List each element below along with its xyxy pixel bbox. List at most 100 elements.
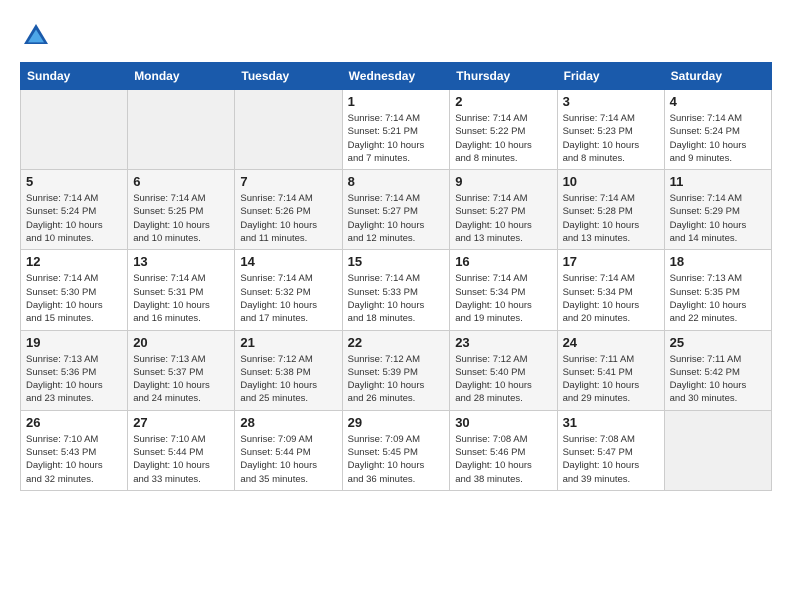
day-number: 27: [133, 415, 229, 430]
calendar-cell: 28 Sunrise: 7:09 AM Sunset: 5:44 PM Dayli…: [235, 410, 342, 490]
day-number: 16: [455, 254, 551, 269]
day-number: 3: [563, 94, 659, 109]
day-number: 19: [26, 335, 122, 350]
calendar-header-row: SundayMondayTuesdayWednesdayThursdayFrid…: [21, 63, 772, 90]
calendar-cell: 1 Sunrise: 7:14 AM Sunset: 5:21 PM Daylig…: [342, 90, 450, 170]
day-number: 25: [670, 335, 766, 350]
day-info: Sunrise: 7:14 AM Sunset: 5:26 PM Dayligh…: [240, 192, 336, 245]
weekday-header: Tuesday: [235, 63, 342, 90]
day-info: Sunrise: 7:08 AM Sunset: 5:46 PM Dayligh…: [455, 433, 551, 486]
day-number: 22: [348, 335, 445, 350]
day-number: 5: [26, 174, 122, 189]
calendar-cell: 24Sunrise: 7:11 AM Sunset: 5:41 PM Dayli…: [557, 330, 664, 410]
calendar-cell: 25 Sunrise: 7:11 AM Sunset: 5:42 PM Dayli…: [664, 330, 771, 410]
day-number: 18: [670, 254, 766, 269]
calendar-table: SundayMondayTuesdayWednesdayThursdayFrid…: [20, 62, 772, 491]
weekday-header: Friday: [557, 63, 664, 90]
day-number: 17: [563, 254, 659, 269]
day-number: 10: [563, 174, 659, 189]
day-number: 20: [133, 335, 229, 350]
day-info: Sunrise: 7:13 AM Sunset: 5:35 PM Dayligh…: [670, 272, 766, 325]
logo: [20, 20, 56, 52]
calendar-cell: 12Sunrise: 7:14 AM Sunset: 5:30 PM Dayli…: [21, 250, 128, 330]
calendar-cell: 22 Sunrise: 7:12 AM Sunset: 5:39 PM Dayli…: [342, 330, 450, 410]
day-info: Sunrise: 7:14 AM Sunset: 5:31 PM Dayligh…: [133, 272, 229, 325]
calendar-cell: 26 Sunrise: 7:10 AM Sunset: 5:43 PM Dayli…: [21, 410, 128, 490]
calendar-cell: 15Sunrise: 7:14 AM Sunset: 5:33 PM Dayli…: [342, 250, 450, 330]
day-number: 14: [240, 254, 336, 269]
calendar-cell: 4 Sunrise: 7:14 AM Sunset: 5:24 PM Daylig…: [664, 90, 771, 170]
day-info: Sunrise: 7:14 AM Sunset: 5:29 PM Dayligh…: [670, 192, 766, 245]
day-info: Sunrise: 7:12 AM Sunset: 5:40 PM Dayligh…: [455, 353, 551, 406]
calendar-cell: 29Sunrise: 7:09 AM Sunset: 5:45 PM Dayli…: [342, 410, 450, 490]
calendar-week-row: 12Sunrise: 7:14 AM Sunset: 5:30 PM Dayli…: [21, 250, 772, 330]
day-number: 1: [348, 94, 445, 109]
calendar-cell: 5 Sunrise: 7:14 AM Sunset: 5:24 PM Daylig…: [21, 170, 128, 250]
day-info: Sunrise: 7:13 AM Sunset: 5:37 PM Dayligh…: [133, 353, 229, 406]
day-info: Sunrise: 7:14 AM Sunset: 5:24 PM Dayligh…: [670, 112, 766, 165]
calendar-cell: 16 Sunrise: 7:14 AM Sunset: 5:34 PM Dayli…: [450, 250, 557, 330]
day-info: Sunrise: 7:14 AM Sunset: 5:34 PM Dayligh…: [563, 272, 659, 325]
day-info: Sunrise: 7:12 AM Sunset: 5:39 PM Dayligh…: [348, 353, 445, 406]
day-info: Sunrise: 7:14 AM Sunset: 5:21 PM Dayligh…: [348, 112, 445, 165]
calendar-week-row: 1 Sunrise: 7:14 AM Sunset: 5:21 PM Daylig…: [21, 90, 772, 170]
calendar-cell: 9Sunrise: 7:14 AM Sunset: 5:27 PM Daylig…: [450, 170, 557, 250]
calendar-cell: 6Sunrise: 7:14 AM Sunset: 5:25 PM Daylig…: [128, 170, 235, 250]
day-info: Sunrise: 7:14 AM Sunset: 5:27 PM Dayligh…: [348, 192, 445, 245]
calendar-cell: 30Sunrise: 7:08 AM Sunset: 5:46 PM Dayli…: [450, 410, 557, 490]
calendar-cell: 17 Sunrise: 7:14 AM Sunset: 5:34 PM Dayli…: [557, 250, 664, 330]
day-info: Sunrise: 7:14 AM Sunset: 5:22 PM Dayligh…: [455, 112, 551, 165]
calendar-cell: 20 Sunrise: 7:13 AM Sunset: 5:37 PM Dayli…: [128, 330, 235, 410]
day-number: 12: [26, 254, 122, 269]
day-number: 29: [348, 415, 445, 430]
calendar-cell: 7 Sunrise: 7:14 AM Sunset: 5:26 PM Daylig…: [235, 170, 342, 250]
day-number: 28: [240, 415, 336, 430]
weekday-header: Wednesday: [342, 63, 450, 90]
calendar-cell: 13 Sunrise: 7:14 AM Sunset: 5:31 PM Dayli…: [128, 250, 235, 330]
page-header: [20, 20, 772, 52]
day-number: 2: [455, 94, 551, 109]
day-number: 26: [26, 415, 122, 430]
day-number: 13: [133, 254, 229, 269]
calendar-cell: 27Sunrise: 7:10 AM Sunset: 5:44 PM Dayli…: [128, 410, 235, 490]
calendar-cell: 31 Sunrise: 7:08 AM Sunset: 5:47 PM Dayli…: [557, 410, 664, 490]
day-number: 7: [240, 174, 336, 189]
day-number: 31: [563, 415, 659, 430]
weekday-header: Saturday: [664, 63, 771, 90]
calendar-cell: 2 Sunrise: 7:14 AM Sunset: 5:22 PM Daylig…: [450, 90, 557, 170]
calendar-week-row: 19 Sunrise: 7:13 AM Sunset: 5:36 PM Dayli…: [21, 330, 772, 410]
day-number: 23: [455, 335, 551, 350]
calendar-cell: 8 Sunrise: 7:14 AM Sunset: 5:27 PM Daylig…: [342, 170, 450, 250]
logo-icon: [20, 20, 52, 52]
calendar-cell: 3 Sunrise: 7:14 AM Sunset: 5:23 PM Daylig…: [557, 90, 664, 170]
day-number: 21: [240, 335, 336, 350]
calendar-week-row: 26 Sunrise: 7:10 AM Sunset: 5:43 PM Dayli…: [21, 410, 772, 490]
day-info: Sunrise: 7:12 AM Sunset: 5:38 PM Dayligh…: [240, 353, 336, 406]
day-info: Sunrise: 7:14 AM Sunset: 5:25 PM Dayligh…: [133, 192, 229, 245]
weekday-header: Sunday: [21, 63, 128, 90]
calendar-cell: 11 Sunrise: 7:14 AM Sunset: 5:29 PM Dayli…: [664, 170, 771, 250]
day-number: 8: [348, 174, 445, 189]
day-info: Sunrise: 7:14 AM Sunset: 5:23 PM Dayligh…: [563, 112, 659, 165]
calendar-cell: 14 Sunrise: 7:14 AM Sunset: 5:32 PM Dayli…: [235, 250, 342, 330]
day-info: Sunrise: 7:14 AM Sunset: 5:34 PM Dayligh…: [455, 272, 551, 325]
calendar-cell: [128, 90, 235, 170]
day-number: 24: [563, 335, 659, 350]
day-info: Sunrise: 7:13 AM Sunset: 5:36 PM Dayligh…: [26, 353, 122, 406]
calendar-cell: 21 Sunrise: 7:12 AM Sunset: 5:38 PM Dayli…: [235, 330, 342, 410]
day-info: Sunrise: 7:14 AM Sunset: 5:27 PM Dayligh…: [455, 192, 551, 245]
calendar-cell: 10Sunrise: 7:14 AM Sunset: 5:28 PM Dayli…: [557, 170, 664, 250]
day-info: Sunrise: 7:11 AM Sunset: 5:42 PM Dayligh…: [670, 353, 766, 406]
day-info: Sunrise: 7:10 AM Sunset: 5:43 PM Dayligh…: [26, 433, 122, 486]
day-info: Sunrise: 7:14 AM Sunset: 5:32 PM Dayligh…: [240, 272, 336, 325]
calendar-cell: [235, 90, 342, 170]
day-number: 11: [670, 174, 766, 189]
day-info: Sunrise: 7:08 AM Sunset: 5:47 PM Dayligh…: [563, 433, 659, 486]
calendar-cell: 19 Sunrise: 7:13 AM Sunset: 5:36 PM Dayli…: [21, 330, 128, 410]
calendar-cell: [664, 410, 771, 490]
calendar-cell: 23 Sunrise: 7:12 AM Sunset: 5:40 PM Dayli…: [450, 330, 557, 410]
day-number: 4: [670, 94, 766, 109]
day-info: Sunrise: 7:14 AM Sunset: 5:24 PM Dayligh…: [26, 192, 122, 245]
calendar-cell: 18 Sunrise: 7:13 AM Sunset: 5:35 PM Dayli…: [664, 250, 771, 330]
day-info: Sunrise: 7:09 AM Sunset: 5:44 PM Dayligh…: [240, 433, 336, 486]
